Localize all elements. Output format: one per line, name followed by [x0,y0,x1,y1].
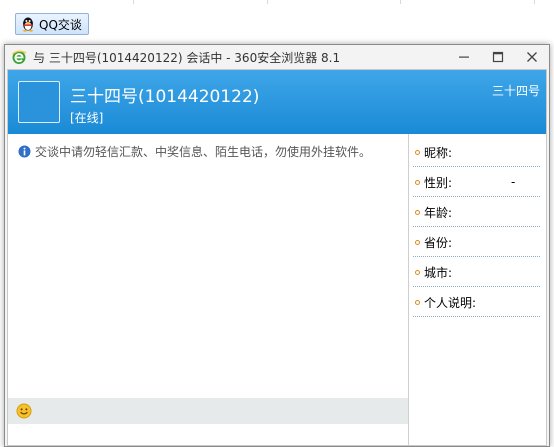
grid-line [267,0,268,4]
chat-header: 三十四号(1014420122) [在线] 三十四号 [8,70,546,134]
grid-line [133,0,134,4]
profile-label: 省份: [424,235,453,250]
profile-row-bio: 个人说明: [413,288,540,317]
grid-line [534,0,535,4]
profile-row-gender: 性别: - [413,168,540,197]
close-button[interactable] [515,45,549,69]
message-area[interactable]: 交谈中请勿轻信汇款、中奖信息、陌生电话，勿使用外挂软件。 [8,134,408,445]
contact-status: [在线] [70,111,104,125]
minimize-button[interactable] [447,45,481,69]
profile-value: - [511,175,516,189]
profile-row-city: 城市: [413,258,540,287]
info-icon [18,145,31,158]
close-icon [527,52,537,62]
qq-chat-label: QQ交谈 [39,17,82,32]
bullet-icon [415,179,420,185]
profile-panel: 昵称: 性别: - 年龄: 省份: 城市: 个人说明: [409,134,546,445]
browser-popup-window: 与 三十四号(1014420122) 会话中 - 360安全浏览器 8.1 三十… [4,44,550,447]
minimize-icon [459,56,469,58]
chat-toolbar [8,398,408,424]
avatar[interactable] [18,81,60,123]
profile-label: 城市: [424,265,453,280]
bullet-icon [415,149,420,155]
window-titlebar[interactable]: 与 三十四号(1014420122) 会话中 - 360安全浏览器 8.1 [5,45,549,69]
emoji-icon[interactable] [16,403,32,419]
profile-label: 性别: [424,175,453,190]
maximize-icon [492,51,504,63]
bullet-icon [415,209,420,215]
security-notice-text: 交谈中请勿轻信汇款、中奖信息、陌生电话，勿使用外挂软件。 [35,145,372,159]
window-title: 与 三十四号(1014420122) 会话中 - 360安全浏览器 8.1 [33,50,341,65]
profile-label: 昵称: [424,145,453,160]
chat-content: 三十四号(1014420122) [在线] 三十四号 交谈中请勿轻信汇款、中奖信… [7,69,547,446]
bullet-icon [415,239,420,245]
contact-name: 三十四号(1014420122) [70,87,260,107]
profile-row-age: 年龄: [413,198,540,227]
browser-logo-icon [12,50,27,64]
window-controls [447,45,549,69]
qq-chat-button[interactable]: QQ交谈 [15,13,89,35]
header-contact-label: 三十四号 [491,84,540,98]
qq-penguin-icon [23,17,33,32]
profile-row-province: 省份: [413,228,540,257]
grid-line [400,0,401,4]
profile-label: 个人说明: [424,295,477,310]
bullet-icon [415,269,420,275]
profile-label: 年龄: [424,205,453,220]
bullet-icon [415,299,420,305]
security-notice: 交谈中请勿轻信汇款、中奖信息、陌生电话，勿使用外挂软件。 [18,143,371,160]
maximize-button[interactable] [481,45,515,69]
profile-row-nickname: 昵称: [413,138,540,167]
